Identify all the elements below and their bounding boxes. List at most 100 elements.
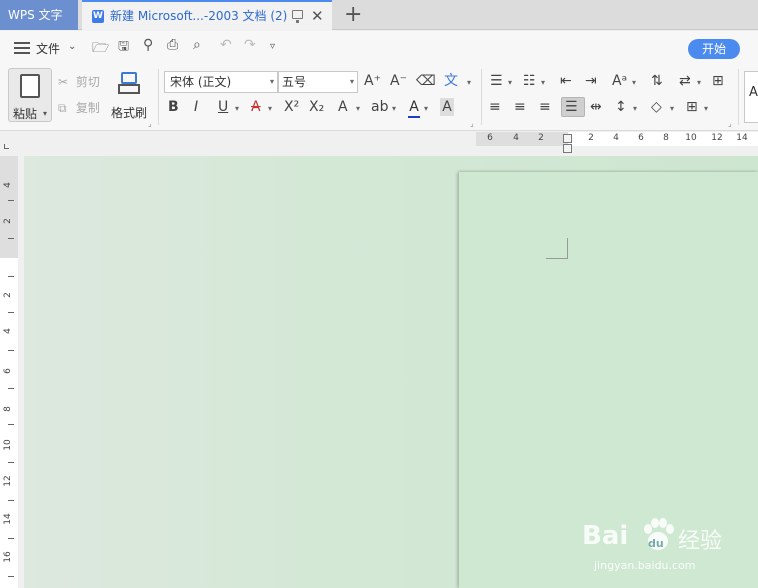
- chevron-down-icon[interactable]: ▾: [467, 74, 471, 92]
- paste-button[interactable]: 粘贴 ▾: [8, 68, 52, 122]
- phonetic-guide-icon[interactable]: 文: [444, 72, 458, 90]
- ruler-tick: [8, 538, 14, 539]
- shrink-font-icon[interactable]: A⁻: [390, 72, 407, 90]
- search-icon[interactable]: ⚲: [143, 37, 153, 53]
- menu-icon[interactable]: [14, 42, 30, 54]
- file-menu[interactable]: 文件: [36, 40, 60, 57]
- customize-toolbar-icon[interactable]: ▿: [270, 41, 275, 52]
- chevron-down-icon[interactable]: ▾: [670, 100, 674, 118]
- chevron-down-icon[interactable]: ▾: [356, 100, 360, 118]
- underline-icon[interactable]: U: [218, 98, 228, 116]
- ruler-tick-label: 12: [3, 475, 13, 487]
- print-preview-icon[interactable]: ⌕: [193, 37, 201, 53]
- italic-icon[interactable]: I: [194, 98, 198, 116]
- increase-indent-icon[interactable]: ⇥: [585, 72, 597, 90]
- cut-button[interactable]: ✂ 剪切: [58, 73, 100, 90]
- left-indent-marker[interactable]: [563, 144, 572, 153]
- text-direction-icon[interactable]: ⇄: [679, 72, 691, 90]
- chevron-down-icon[interactable]: ▾: [704, 100, 708, 118]
- ruler-tick-label: 4: [613, 133, 619, 143]
- borders-icon[interactable]: ⊞: [686, 98, 698, 116]
- horizontal-ruler[interactable]: 6 4 2 2 4 6 8 10 12 14: [476, 132, 758, 146]
- paragraph-shading-icon[interactable]: ◇: [651, 98, 662, 116]
- watermark-brand: Bai: [582, 521, 629, 551]
- font-name-select[interactable]: 宋体 (正文) ▾: [164, 71, 278, 93]
- justify-icon[interactable]: ☰: [565, 98, 578, 116]
- show-markers-icon[interactable]: ⊞: [712, 72, 724, 90]
- align-center-icon[interactable]: ≡: [514, 98, 526, 116]
- chevron-down-icon[interactable]: ▾: [632, 74, 636, 92]
- superscript-icon[interactable]: X²: [284, 98, 299, 116]
- chevron-down-icon[interactable]: ▾: [424, 100, 428, 118]
- word-doc-icon: W: [92, 10, 104, 23]
- vertical-ruler[interactable]: 4 2 2 4 6 8 10 12 14 16: [0, 156, 18, 588]
- ruler-tick-label: 14: [736, 133, 748, 143]
- sort-icon[interactable]: ⇅: [651, 72, 663, 90]
- chevron-down-icon[interactable]: ▾: [43, 109, 47, 118]
- font-dialog-launcher[interactable]: ⌟: [470, 119, 474, 128]
- align-left-icon[interactable]: ≡: [489, 98, 501, 116]
- decrease-indent-icon[interactable]: ⇤: [560, 72, 572, 90]
- chevron-down-icon[interactable]: ▾: [541, 74, 545, 92]
- font-color-icon[interactable]: A: [408, 98, 420, 118]
- brush-handle: [118, 84, 140, 94]
- chevron-down-icon[interactable]: ▾: [270, 72, 274, 92]
- chevron-down-icon[interactable]: ▾: [633, 100, 637, 118]
- open-folder-icon[interactable]: 🗁: [92, 37, 109, 61]
- strikethrough-icon[interactable]: A: [251, 98, 261, 116]
- chevron-down-icon[interactable]: ▾: [508, 74, 512, 92]
- save-icon[interactable]: 🖫: [118, 37, 129, 59]
- ruler-tick-label: 4: [3, 182, 13, 188]
- copy-button[interactable]: ⧉ 复制: [58, 99, 100, 116]
- format-painter-icon: [121, 72, 137, 84]
- align-right-icon[interactable]: ≡: [539, 98, 551, 116]
- ruler-tick-label: 14: [3, 513, 13, 525]
- format-painter-label: 格式刷: [111, 106, 148, 120]
- chevron-down-icon[interactable]: ▾: [268, 100, 272, 118]
- group-divider: [158, 69, 159, 125]
- first-line-indent-marker[interactable]: [563, 134, 572, 143]
- style-gallery[interactable]: Aa: [744, 71, 758, 123]
- print-icon[interactable]: ⎙: [167, 37, 178, 53]
- copy-label: 复制: [75, 101, 100, 115]
- monitor-icon[interactable]: [292, 10, 303, 23]
- clear-format-icon[interactable]: ⌫: [416, 72, 436, 90]
- ruler-tick-label: 6: [487, 133, 493, 143]
- undo-icon[interactable]: ↶: [220, 37, 232, 53]
- ruler-tick: [8, 238, 14, 239]
- watermark-chinese: 经验: [678, 529, 723, 554]
- app-tab-wps-writer[interactable]: WPS 文字: [0, 0, 78, 30]
- paragraph-dialog-launcher[interactable]: ⌟: [728, 119, 732, 128]
- chevron-down-icon[interactable]: ▾: [697, 74, 701, 92]
- change-case-icon[interactable]: Aᵃ: [612, 72, 627, 90]
- distributed-icon[interactable]: ⇹: [590, 98, 602, 116]
- chevron-down-icon[interactable]: ▾: [235, 100, 239, 118]
- chevron-down-icon[interactable]: ⌄: [68, 41, 76, 52]
- group-divider: [738, 69, 739, 125]
- format-painter-button[interactable]: 格式刷: [108, 68, 152, 122]
- chevron-down-icon[interactable]: ▾: [392, 100, 396, 118]
- clipboard-dialog-launcher[interactable]: ⌟: [148, 119, 152, 128]
- font-size-select[interactable]: 五号 ▾: [278, 71, 358, 93]
- cut-label: 剪切: [75, 75, 100, 89]
- close-tab-icon[interactable]: ✕: [311, 2, 324, 30]
- paste-label: 粘贴: [13, 107, 38, 121]
- ruler-tick-label: 10: [685, 133, 697, 143]
- subscript-icon[interactable]: X₂: [309, 98, 324, 116]
- bullet-list-icon[interactable]: ☰: [490, 72, 503, 90]
- new-tab-button[interactable]: +: [344, 1, 362, 29]
- text-effect-icon[interactable]: A: [338, 98, 348, 116]
- chevron-down-icon[interactable]: ▾: [350, 72, 354, 92]
- redo-icon[interactable]: ↷: [244, 37, 256, 53]
- ruler-tick-label: 2: [538, 133, 544, 143]
- numbered-list-icon[interactable]: ☷: [523, 72, 536, 90]
- start-tab-button[interactable]: 开始: [688, 39, 740, 59]
- highlight-icon[interactable]: ab: [371, 98, 388, 116]
- document-tab[interactable]: W 新建 Microsoft...-2003 文档 (2) ✕: [82, 0, 332, 31]
- ruler-tick: [8, 462, 14, 463]
- char-shading-icon[interactable]: A: [440, 98, 454, 116]
- grow-font-icon[interactable]: A⁺: [364, 72, 381, 90]
- ruler-tick: [8, 200, 14, 201]
- line-spacing-icon[interactable]: ↕: [615, 98, 627, 116]
- bold-icon[interactable]: B: [168, 98, 179, 116]
